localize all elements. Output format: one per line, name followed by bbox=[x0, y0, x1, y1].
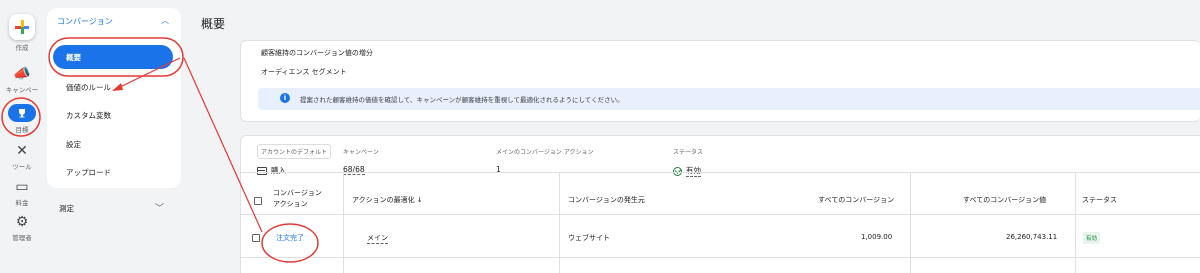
subnav-item-overview[interactable]: 概要 bbox=[53, 45, 173, 69]
column-header-action-line2: アクション bbox=[273, 200, 308, 208]
rail-item-campaigns[interactable]: 📣 キャンペー bbox=[0, 66, 44, 94]
table-top-border bbox=[241, 172, 1200, 173]
chevron-down-icon[interactable]: ﹀ bbox=[155, 201, 164, 214]
rail-item-goals[interactable]: 目標 bbox=[0, 104, 44, 134]
campaign-count-label: キャンペーン bbox=[343, 149, 379, 156]
left-rail: 作成 📣 キャンペー 目標 ✕ ツール ▭ 料金 ⚙ 管理者 bbox=[0, 0, 44, 273]
retention-heading: 顧客維持のコンバージョン値の増分 bbox=[261, 49, 373, 57]
create-label: 作成 bbox=[15, 44, 29, 52]
plus-icon bbox=[9, 14, 35, 40]
retention-card: 顧客維持のコンバージョン値の増分 オーディエンス セグメント i 提案された顧客… bbox=[240, 40, 1200, 122]
admin-label: 管理者 bbox=[12, 234, 32, 242]
column-header-optimization[interactable]: アクションの最適化 ↓ bbox=[352, 195, 423, 205]
subnav-item-settings[interactable]: 設定 bbox=[53, 132, 173, 156]
column-header-action[interactable]: コンバージョン アクション bbox=[273, 188, 322, 210]
column-header-status[interactable]: ステータス bbox=[1082, 195, 1117, 205]
trophy-icon bbox=[8, 104, 36, 122]
row-status-badge: 有効 bbox=[1083, 232, 1101, 244]
check-circle-icon bbox=[673, 166, 682, 176]
subnav-item-value-rules[interactable]: 価値のルール bbox=[53, 75, 173, 99]
credit-card-icon: ▭ bbox=[15, 179, 29, 195]
subnav-measure[interactable]: 測定 bbox=[59, 203, 74, 214]
rail-item-admin[interactable]: ⚙ 管理者 bbox=[0, 214, 44, 242]
col-divider bbox=[910, 172, 911, 273]
info-banner-text: 提案された顧客維持の価値を確認して、キャンペーンが顧客維持を重視して最適化される… bbox=[300, 96, 624, 104]
row-all-conversion-value: 26,260,743.11 bbox=[1006, 233, 1058, 241]
campaign-count-value[interactable]: 68/68 bbox=[343, 165, 365, 175]
megaphone-icon: 📣 bbox=[13, 66, 31, 82]
column-header-action-line1: コンバージョン bbox=[273, 189, 322, 197]
select-all-checkbox[interactable] bbox=[254, 197, 262, 205]
col-divider bbox=[1075, 172, 1076, 273]
column-header-all-conversions[interactable]: すべてのコンバージョン bbox=[818, 195, 894, 205]
table-row-border bbox=[241, 257, 1200, 258]
table-header-border bbox=[241, 214, 1200, 215]
status-label: ステータス bbox=[673, 149, 704, 156]
main-action-label: メインのコンバージョン アクション bbox=[496, 149, 594, 156]
conversion-subnav: コンバージョン ︿ 概要 価値のルール カスタム変数 設定 アップロード bbox=[47, 8, 181, 188]
row-optimization[interactable]: メイン bbox=[367, 233, 388, 244]
subnav-item-custom-variables[interactable]: カスタム変数 bbox=[53, 103, 173, 127]
row-all-conversions: 1,009.00 bbox=[861, 233, 893, 241]
status-value: 有効 bbox=[673, 165, 701, 177]
tools-icon: ✕ bbox=[16, 143, 28, 159]
tools-label: ツール bbox=[12, 163, 32, 171]
account-default-label: アカウントのデフォルト bbox=[257, 144, 332, 159]
col-divider bbox=[559, 172, 560, 273]
rail-item-tools[interactable]: ✕ ツール bbox=[0, 143, 44, 171]
subnav-section-title[interactable]: コンバージョン bbox=[57, 16, 113, 27]
campaign-count-text: 68/68 bbox=[343, 165, 365, 175]
account-default-value[interactable]: 購入 bbox=[257, 165, 286, 176]
row-checkbox[interactable] bbox=[252, 234, 260, 242]
col-divider bbox=[343, 172, 344, 273]
info-icon: i bbox=[280, 93, 290, 103]
audience-segment-label: オーディエンス セグメント bbox=[261, 68, 347, 76]
status-text: 有効 bbox=[686, 166, 701, 177]
campaigns-label: キャンペー bbox=[5, 86, 39, 94]
row-action-link[interactable]: 注文完了 bbox=[276, 233, 304, 243]
account-default-text: 購入 bbox=[271, 166, 286, 175]
billing-label: 料金 bbox=[15, 199, 29, 207]
row-source: ウェブサイト bbox=[568, 234, 610, 242]
info-banner: i 提案された顧客維持の価値を確認して、キャンペーンが顧客維持を重視して最適化さ… bbox=[258, 88, 1200, 110]
chevron-up-icon[interactable]: ︿ bbox=[161, 15, 169, 26]
column-header-source[interactable]: コンバージョンの発生元 bbox=[568, 195, 645, 205]
goals-label: 目標 bbox=[15, 126, 29, 134]
gear-icon: ⚙ bbox=[15, 214, 29, 230]
cart-icon bbox=[257, 166, 267, 175]
page-title: 概要 bbox=[201, 17, 226, 31]
column-header-all-conversion-value[interactable]: すべてのコンバージョン値 bbox=[963, 195, 1046, 205]
rail-item-billing[interactable]: ▭ 料金 bbox=[0, 179, 44, 207]
subnav-item-uploads[interactable]: アップロード bbox=[53, 160, 173, 184]
create-button[interactable]: 作成 bbox=[0, 14, 44, 52]
